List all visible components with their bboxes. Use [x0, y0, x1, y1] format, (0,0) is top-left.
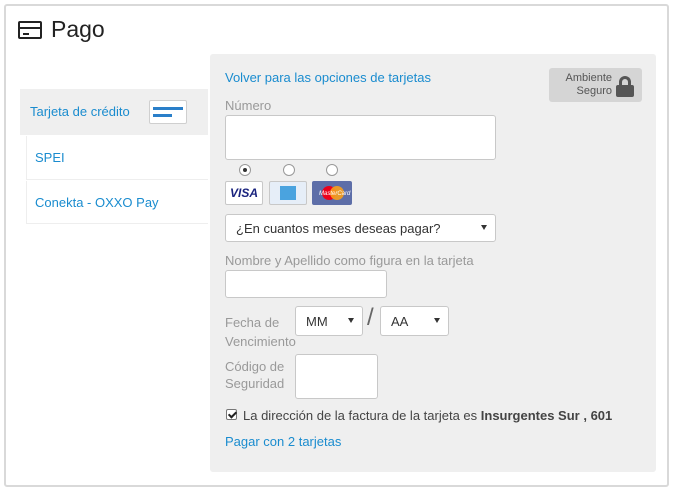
back-to-card-options-link[interactable]: Volver para las opciones de tarjetas — [225, 70, 431, 85]
sidebar-item-label: Tarjeta de crédito — [30, 104, 130, 119]
radio-amex[interactable] — [283, 164, 295, 176]
pay-with-two-cards-link[interactable]: Pagar con 2 tarjetas — [225, 434, 341, 449]
page-title: Pago — [18, 16, 105, 43]
cvv-label-line2: Seguridad — [225, 376, 285, 391]
expiry-month-select[interactable]: MM — [295, 306, 363, 336]
radio-mastercard[interactable] — [326, 164, 338, 176]
cvv-label: Código de Seguridad — [225, 358, 284, 392]
cvv-input[interactable] — [295, 354, 378, 399]
sidebar-item-oxxo[interactable]: Conekta - OXXO Pay — [26, 181, 208, 224]
expiry-label-line1: Fecha de — [225, 315, 280, 330]
cardholder-name-input[interactable] — [225, 270, 387, 298]
mastercard-logo-icon[interactable]: MasterCard — [312, 181, 352, 205]
card-form-panel: Volver para las opciones de tarjetas Amb… — [210, 54, 656, 472]
secure-environment-badge: Ambiente Seguro — [549, 68, 642, 102]
page-title-text: Pago — [51, 16, 105, 42]
installments-select-value: ¿En cuantos meses deseas pagar? — [236, 220, 441, 236]
cardholder-name-label: Nombre y Apellido como figura en la tarj… — [225, 253, 474, 268]
billing-address-checkbox[interactable] — [226, 409, 237, 420]
chevron-down-icon — [348, 318, 354, 323]
expiry-label: Fecha de Vencimiento — [225, 313, 296, 351]
chevron-down-icon — [481, 225, 487, 230]
billing-address-text: La dirección de la factura de la tarjeta… — [243, 408, 613, 423]
expiry-separator: / — [367, 304, 374, 331]
installments-select[interactable]: ¿En cuantos meses deseas pagar? — [225, 214, 496, 242]
credit-card-icon — [18, 20, 42, 39]
billing-address-value: Insurgentes Sur , 601 — [480, 408, 613, 423]
secure-badge-line2: Seguro — [576, 85, 612, 97]
amex-logo-icon[interactable] — [269, 181, 307, 205]
expiry-label-line2: Vencimiento — [225, 334, 296, 349]
expiry-year-select[interactable]: AA — [380, 306, 449, 336]
lock-icon — [616, 76, 634, 97]
sidebar-item-label: Conekta - OXXO Pay — [35, 195, 159, 210]
expiry-month-value: MM — [306, 313, 328, 329]
sidebar-item-credit-card[interactable]: Tarjeta de crédito — [20, 89, 208, 135]
credit-card-icon — [149, 100, 187, 124]
number-label: Número — [225, 98, 272, 113]
sidebar-item-spei[interactable]: SPEI — [26, 136, 208, 180]
card-number-input[interactable] — [225, 115, 496, 160]
secure-badge-line1: Ambiente — [565, 72, 612, 84]
visa-logo-icon[interactable]: VISA — [225, 181, 263, 205]
expiry-year-value: AA — [391, 313, 409, 329]
sidebar-item-label: SPEI — [35, 150, 65, 165]
chevron-down-icon — [434, 318, 440, 323]
cvv-label-line1: Código de — [225, 359, 285, 374]
radio-visa[interactable] — [239, 164, 251, 176]
